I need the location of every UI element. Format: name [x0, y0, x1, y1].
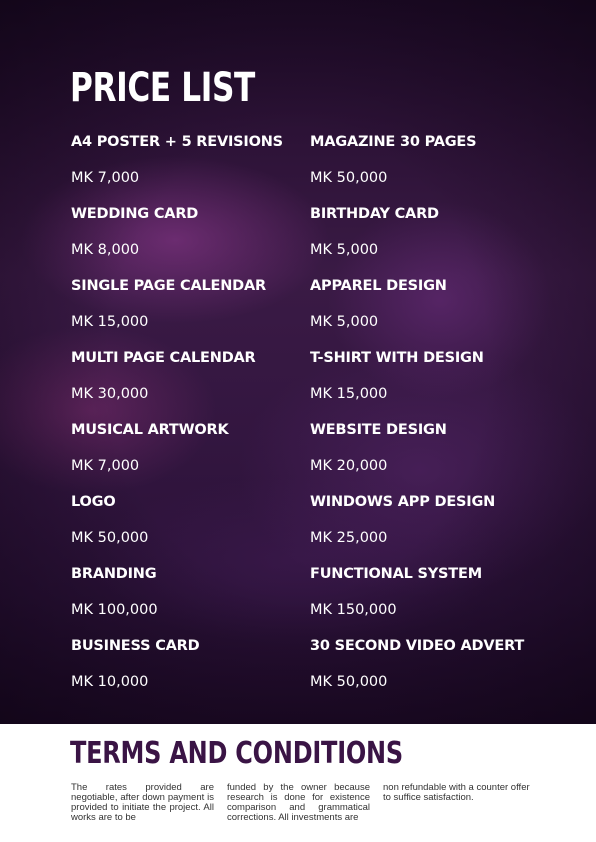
item-name: WEDDING CARD	[71, 206, 199, 222]
price-item: T-SHIRT WITH DESIGN MK 15,000	[310, 342, 524, 414]
terms-text-column-2: funded by the owner because research is …	[227, 782, 370, 823]
price-item: WEDDING CARD MK 8,000	[71, 198, 283, 270]
item-price: MK 5,000	[310, 314, 379, 330]
item-name: 30 SECOND VIDEO ADVERT	[310, 638, 525, 654]
price-item: BIRTHDAY CARD MK 5,000	[310, 198, 524, 270]
item-name: FUNCTIONAL SYSTEM	[310, 566, 482, 582]
item-name: APPAREL DESIGN	[310, 278, 447, 294]
item-price: MK 10,000	[71, 674, 149, 690]
terms-section: TERMS AND CONDITIONS The rates provided …	[0, 724, 596, 842]
item-price: MK 100,000	[71, 602, 158, 618]
item-price: MK 50,000	[310, 674, 388, 690]
price-item: 30 SECOND VIDEO ADVERT MK 50,000	[310, 630, 524, 702]
page-title: PRICE LIST	[70, 65, 255, 111]
price-item: BUSINESS CARD MK 10,000	[71, 630, 283, 702]
price-item: WINDOWS APP DESIGN MK 25,000	[310, 486, 524, 558]
item-name: T-SHIRT WITH DESIGN	[310, 350, 484, 366]
item-price: MK 7,000	[71, 458, 140, 474]
price-item: WEBSITE DESIGN MK 20,000	[310, 414, 524, 486]
item-price: MK 30,000	[71, 386, 149, 402]
price-item: A4 POSTER + 5 REVISIONS MK 7,000	[71, 126, 283, 198]
item-price: MK 50,000	[310, 170, 388, 186]
item-price: MK 50,000	[71, 530, 149, 546]
price-item: MAGAZINE 30 PAGES MK 50,000	[310, 126, 524, 198]
item-price: MK 15,000	[71, 314, 149, 330]
price-item: MUSICAL ARTWORK MK 7,000	[71, 414, 283, 486]
price-item: LOGO MK 50,000	[71, 486, 283, 558]
item-name: MULTI PAGE CALENDAR	[71, 350, 256, 366]
price-item: APPAREL DESIGN MK 5,000	[310, 270, 524, 342]
item-name: A4 POSTER + 5 REVISIONS	[71, 134, 283, 150]
price-list-hero: PRICE LIST A4 POSTER + 5 REVISIONS MK 7,…	[0, 0, 596, 724]
item-name: LOGO	[71, 494, 116, 510]
item-name: BRANDING	[71, 566, 157, 582]
item-name: MUSICAL ARTWORK	[71, 422, 229, 438]
price-column-right: MAGAZINE 30 PAGES MK 50,000 BIRTHDAY CAR…	[310, 126, 524, 702]
item-price: MK 20,000	[310, 458, 388, 474]
item-name: BIRTHDAY CARD	[310, 206, 439, 222]
item-name: WEBSITE DESIGN	[310, 422, 447, 438]
terms-text-column-3: non refundable with a counter offer to s…	[383, 782, 530, 803]
item-price: MK 25,000	[310, 530, 388, 546]
price-column-left: A4 POSTER + 5 REVISIONS MK 7,000 WEDDING…	[71, 126, 283, 702]
item-price: MK 5,000	[310, 242, 379, 258]
price-item: BRANDING MK 100,000	[71, 558, 283, 630]
item-price: MK 8,000	[71, 242, 140, 258]
item-name: SINGLE PAGE CALENDAR	[71, 278, 267, 294]
item-name: MAGAZINE 30 PAGES	[310, 134, 477, 150]
item-price: MK 15,000	[310, 386, 388, 402]
terms-text-column-1: The rates provided are negotiable, after…	[71, 782, 214, 823]
item-price: MK 150,000	[310, 602, 397, 618]
item-name: WINDOWS APP DESIGN	[310, 494, 496, 510]
item-name: BUSINESS CARD	[71, 638, 200, 654]
price-item: SINGLE PAGE CALENDAR MK 15,000	[71, 270, 283, 342]
item-price: MK 7,000	[71, 170, 140, 186]
price-item: MULTI PAGE CALENDAR MK 30,000	[71, 342, 283, 414]
price-item: FUNCTIONAL SYSTEM MK 150,000	[310, 558, 524, 630]
terms-title: TERMS AND CONDITIONS	[70, 736, 403, 771]
